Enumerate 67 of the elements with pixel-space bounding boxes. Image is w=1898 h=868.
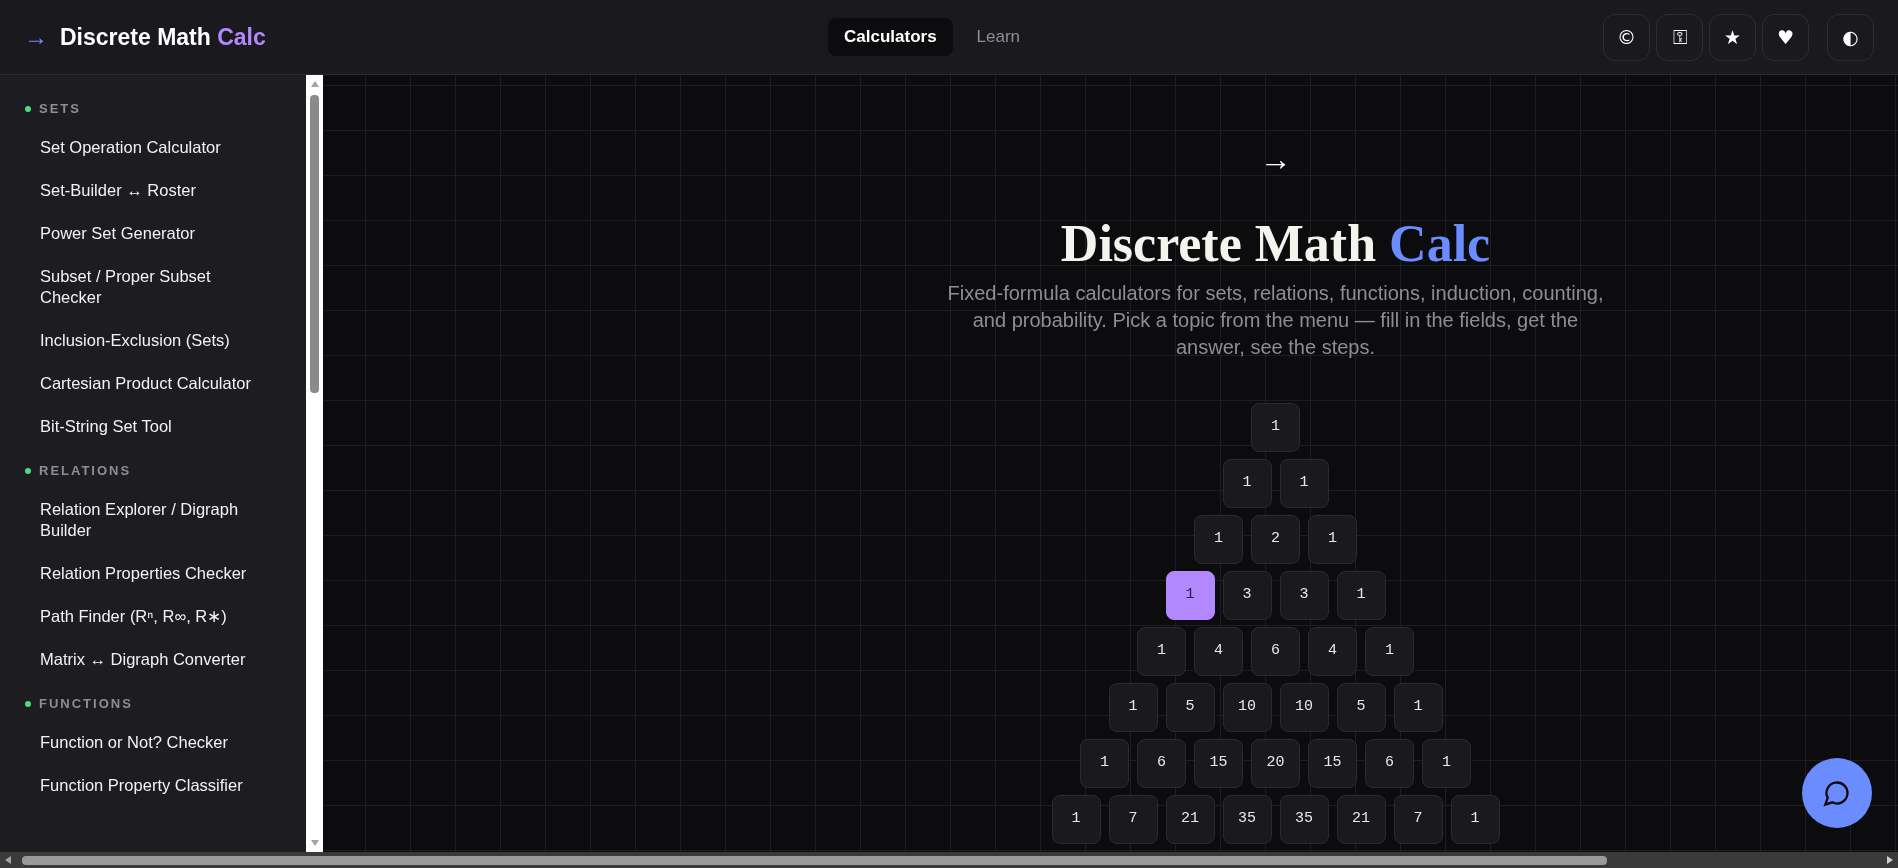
chat-icon (1823, 779, 1851, 807)
vertical-scrollbar[interactable] (306, 75, 323, 852)
number-tile[interactable]: 21 (1336, 795, 1386, 844)
sidebar-link[interactable]: Relation Properties Checker (25, 555, 275, 592)
number-tile[interactable]: 1 (1165, 571, 1215, 620)
sidebar-link[interactable]: Inclusion-Exclusion (Sets) (25, 322, 275, 359)
toolbar-button[interactable]: ★ (1709, 13, 1756, 61)
number-tile[interactable]: 4 (1194, 627, 1243, 676)
toolbar-button[interactable]: ⚿ (1656, 13, 1703, 61)
number-tile[interactable]: 21 (1165, 795, 1215, 844)
number-tile[interactable]: 1 (1137, 627, 1186, 676)
sidebar-link[interactable]: Cartesian Product Calculator (25, 365, 275, 402)
app-title[interactable]: Discrete Math Calc (60, 19, 266, 55)
number-tile[interactable]: 7 (1393, 795, 1443, 844)
number-tile[interactable]: 35 (1222, 795, 1272, 844)
toolbar-button[interactable]: © (1603, 13, 1650, 61)
number-tile[interactable]: 1 (1279, 459, 1329, 508)
toolbar-button[interactable]: ♥ (1762, 13, 1809, 61)
number-tile[interactable]: 15 (1308, 739, 1357, 788)
hero-subtitle: Fixed-formula calculators for sets, relations, functions, induction, counting, and probability. Pick a topic from the menu — fill in the fields, get the answer, see the steps. (946, 281, 1605, 360)
number-tile[interactable]: 20 (1251, 739, 1300, 788)
number-tile[interactable]: 5 (1165, 683, 1215, 732)
number-tile[interactable]: 1 (1194, 515, 1243, 564)
hero-arrow: → (1259, 143, 1292, 175)
number-tile[interactable]: 1 (1450, 795, 1500, 844)
sidebar-link[interactable]: Set-Builder ↔ Roster (25, 172, 275, 209)
number-tile[interactable]: 1 (1222, 459, 1272, 508)
sidebar-link[interactable]: Path Finder (Rⁿ, R∞, R∗) (25, 598, 275, 635)
section-heading: RELATIONS (39, 462, 132, 481)
number-tile[interactable]: 1 (1108, 683, 1158, 732)
sidebar-link[interactable]: Power Set Generator (25, 215, 275, 252)
number-tile[interactable]: 6 (1137, 739, 1186, 788)
sidebar-link[interactable]: Relation Explorer / Digraph Builder (25, 491, 275, 549)
nav-tab[interactable]: Learn (960, 18, 1037, 56)
sidebar-link[interactable]: Function Property Classifier (25, 767, 275, 804)
sidebar-link[interactable]: Function or Not? Checker (25, 724, 275, 761)
number-tile[interactable]: 35 (1279, 795, 1329, 844)
number-tile[interactable]: 10 (1222, 683, 1272, 732)
number-tile[interactable]: 1 (1051, 795, 1101, 844)
number-tile[interactable]: 3 (1279, 571, 1329, 620)
sidebar-link[interactable]: Matrix ↔ Digraph Converter (25, 641, 275, 678)
number-tile[interactable]: 1 (1080, 739, 1129, 788)
number-tile[interactable]: 1 (1308, 515, 1357, 564)
number-tile[interactable]: 1 (1336, 571, 1386, 620)
number-tile[interactable]: 1 (1251, 403, 1300, 452)
hero-title: Discrete Math Calc (1060, 214, 1491, 274)
sidebar-link[interactable]: Subset / Proper Subset Checker (25, 258, 275, 316)
number-tile[interactable]: 5 (1336, 683, 1386, 732)
number-tile[interactable]: 6 (1251, 627, 1300, 676)
section-heading: FUNCTIONS (39, 695, 133, 714)
number-tile[interactable]: 1 (1393, 683, 1443, 732)
number-tile[interactable]: 10 (1279, 683, 1329, 732)
toolbar-button[interactable]: ◐ (1827, 13, 1874, 61)
sidebar-link[interactable]: Set Operation Calculator (25, 129, 275, 166)
sidebar-link[interactable]: Bit-String Set Tool (25, 408, 275, 445)
number-tile[interactable]: 3 (1222, 571, 1272, 620)
number-tile[interactable]: 1 (1365, 627, 1414, 676)
horizontal-scrollbar[interactable] (0, 852, 1898, 868)
number-tile[interactable]: 4 (1308, 627, 1357, 676)
number-tile[interactable]: 6 (1365, 739, 1414, 788)
number-tile[interactable]: 1 (1422, 739, 1471, 788)
number-tile[interactable]: 2 (1251, 515, 1300, 564)
number-tile[interactable]: 7 (1108, 795, 1158, 844)
number-tile[interactable]: 15 (1194, 739, 1243, 788)
nav-tab[interactable]: Calculators (828, 18, 953, 56)
section-heading: SETS (39, 100, 81, 119)
logo-arrow: → (24, 22, 48, 52)
